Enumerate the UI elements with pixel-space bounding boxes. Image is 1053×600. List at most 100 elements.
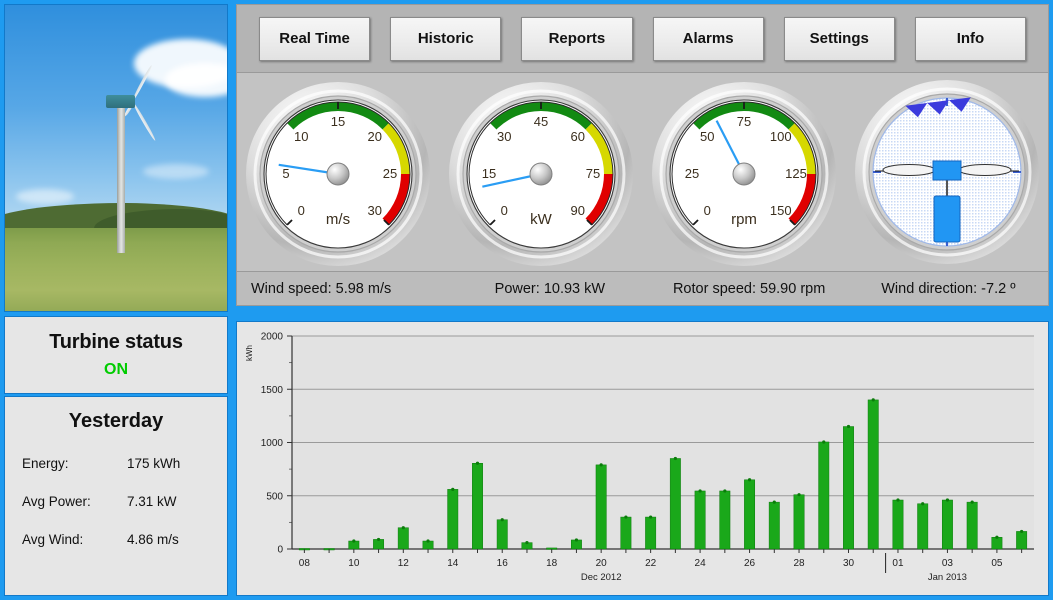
x-tick-label: 14 [447, 558, 459, 569]
bar-marker [945, 498, 950, 502]
chart-bar [966, 501, 978, 550]
x-tick-label: 22 [645, 558, 657, 569]
tab-info[interactable]: Info [914, 16, 1027, 61]
chart-bar [941, 499, 953, 550]
tab-reports[interactable]: Reports [521, 16, 633, 61]
gauge-tick-label: 10 [294, 129, 308, 144]
gauge-tick-label: 125 [785, 166, 807, 181]
readout-power: Power: 10.93 kW [494, 280, 606, 297]
readout-wind-direction: Wind direction: -7.2 º [881, 280, 1016, 297]
chart-bar [793, 494, 805, 550]
chart-bar [397, 527, 409, 550]
x-tick-label: 18 [546, 558, 558, 569]
y-axis-title: kWh [245, 345, 254, 361]
chart-bar [991, 537, 1003, 550]
bar-marker [574, 538, 579, 542]
x-tick-label: 03 [942, 558, 954, 569]
chart-bar [818, 441, 830, 550]
gauge-tick-label: 0 [501, 203, 508, 218]
month-label: Dec 2012 [581, 572, 622, 583]
bar-marker [995, 535, 999, 539]
tab-real-time[interactable]: Real Time [259, 16, 371, 61]
bar-marker [649, 515, 653, 519]
x-tick-label: 16 [497, 558, 509, 569]
readout-wind-speed: Wind speed: 5.98 m/s [251, 280, 392, 297]
tab-settings[interactable]: Settings [783, 16, 895, 61]
chart-bar [719, 490, 731, 550]
bar-marker [747, 478, 752, 482]
yesterday-energy-label: Energy: [22, 456, 69, 471]
yesterday-avg-power-label: Avg Power: [22, 494, 91, 509]
x-tick-label: 30 [843, 558, 855, 569]
gauge-wind-speed: 0 5 10 15 20 25 30 m/s [246, 82, 431, 266]
bar-marker [797, 493, 801, 497]
energy-history-chart: 0 500 1000 1500 2000 kWh 08 10 12 14 16 18 20 22 24 26 2… [236, 321, 1049, 596]
gauge-tick-label: 0 [703, 203, 710, 218]
gauge-tick-label: 25 [685, 166, 699, 181]
chart-bar [694, 490, 706, 550]
turbine-status-panel: Turbine status ON [4, 316, 228, 394]
yesterday-avg-wind-value: 4.86 m/s [127, 532, 179, 547]
chart-bar [645, 516, 657, 550]
photo-turbine-nacelle [106, 95, 135, 109]
readout-rotor-speed: Rotor speed: 59.90 rpm [672, 280, 826, 297]
gauge-wind-speed: 0 5 10 15 20 25 30 m/s [240, 78, 436, 266]
chart-bar [867, 399, 879, 550]
gauge-tick-label: 15 [331, 114, 345, 129]
bar-marker [599, 463, 603, 467]
bar-marker [723, 489, 727, 493]
x-tick-label: 20 [596, 558, 608, 569]
tab-historic[interactable]: Historic [390, 16, 502, 61]
bar-marker [970, 500, 974, 504]
tab-alarms[interactable]: Alarms [652, 16, 764, 61]
gauge-tick-label: 20 [368, 129, 382, 144]
gauge-tick-label: 30 [497, 129, 511, 144]
chart-bar [620, 516, 632, 550]
chart-bar [768, 501, 780, 550]
chart-bar [843, 426, 854, 550]
y-tick-label: 0 [277, 545, 283, 556]
gauge-tick-label: 30 [368, 203, 382, 218]
chart-bar [892, 499, 904, 550]
chart-bar [595, 464, 607, 550]
bar-marker [376, 537, 381, 542]
bar-marker [871, 398, 875, 402]
rotor-blade [882, 164, 936, 176]
x-tick-label: 12 [398, 558, 410, 569]
bar-marker [698, 489, 702, 493]
chart-bar [1016, 531, 1028, 550]
bar-marker [1020, 529, 1024, 534]
gauge-tick-label: 60 [571, 129, 585, 144]
chart-bar [447, 489, 459, 550]
bar-marker [772, 500, 776, 504]
bar-marker [401, 526, 405, 530]
gauge-tick-label: 150 [770, 203, 792, 218]
chart-bar [472, 463, 483, 550]
x-tick-label: 28 [793, 558, 805, 569]
chart-bar [917, 503, 929, 550]
gauge-rotor-speed: 0 25 50 75 100 125 150 rpm [646, 78, 842, 266]
gauge-power: 0 15 30 45 60 75 90 kW [443, 78, 639, 266]
gauge-hub [326, 162, 350, 186]
x-tick-label: 08 [299, 558, 311, 569]
bar-marker [475, 461, 480, 465]
gauge-tick-label: 25 [383, 166, 397, 181]
bar-marker [525, 541, 529, 545]
photo-turbine-tower [117, 105, 126, 253]
turbine-status-title: Turbine status [49, 331, 183, 353]
yesterday-energy-row: Energy: 175 kWh [5, 456, 227, 471]
gauge-power: 0 15 30 45 60 75 90 kW [449, 82, 634, 266]
turbine-status-value: ON [104, 361, 128, 378]
y-tick-label: 500 [266, 491, 283, 502]
yesterday-avg-wind-label: Avg Wind: [22, 532, 84, 547]
gauge-unit-label: m/s [326, 211, 350, 228]
rotor-blade [958, 164, 1012, 176]
x-tick-label: 01 [892, 558, 904, 569]
gauge-tick-label: 5 [283, 166, 290, 181]
wind-direction-display [854, 80, 1039, 264]
gauge-tick-label: 50 [700, 129, 714, 144]
bar-marker [624, 515, 628, 519]
gauge-tick-label: 0 [298, 203, 305, 218]
bar-marker [822, 440, 826, 444]
y-tick-label: 1000 [261, 438, 284, 449]
